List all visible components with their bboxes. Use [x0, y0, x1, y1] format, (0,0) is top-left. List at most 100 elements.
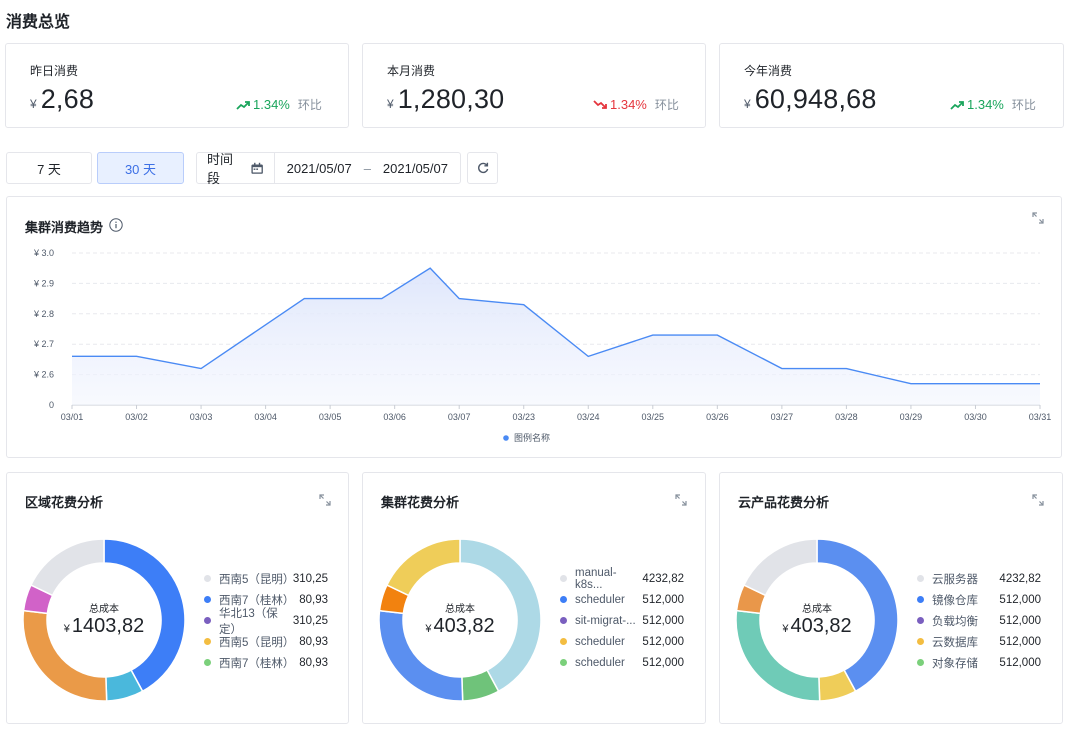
- legend-dot: [560, 617, 567, 624]
- expand-icon[interactable]: [319, 494, 331, 506]
- legend-dot: [204, 575, 211, 582]
- donut-legend: 西南5（昆明） 310,25 西南7（桂林） 80,93 华北13（保定） 310,25 西…: [204, 568, 328, 673]
- currency-symbol: ¥: [387, 97, 394, 111]
- x-tick-label: 03/26: [706, 412, 729, 422]
- legend-item[interactable]: 西南5（昆明） 80,93: [204, 631, 328, 652]
- legend-name: 对象存储: [932, 657, 978, 670]
- legend-item[interactable]: manual-k8s... 4232,82: [560, 566, 684, 591]
- donut-card-title: 区域花费分析: [25, 495, 104, 510]
- legend-value: 512,000: [999, 656, 1041, 669]
- x-tick-label: 03/30: [964, 412, 987, 422]
- legend-value: 512,000: [642, 614, 684, 627]
- x-tick-label: 03/29: [900, 412, 923, 422]
- currency-symbol: ¥: [425, 623, 432, 635]
- stat-value: 60,948,68: [754, 84, 877, 114]
- legend-name: 西南5（昆明）: [219, 636, 295, 649]
- date-start[interactable]: 2021/05/07: [287, 161, 352, 176]
- y-tick-label: ¥ 3.0: [33, 248, 54, 258]
- legend-item[interactable]: 云服务器 4232,82: [917, 568, 1041, 589]
- trend-percent: 1.34%: [967, 97, 1004, 112]
- x-tick-label: 03/24: [577, 412, 600, 422]
- donut-slice: [385, 538, 461, 597]
- legend-label: 图例名称: [514, 432, 550, 443]
- legend-value: 512,000: [999, 614, 1041, 627]
- legend-name: 镜像仓库: [932, 594, 978, 607]
- x-tick-label: 03/28: [835, 412, 858, 422]
- legend-name: scheduler: [575, 656, 625, 669]
- legend-dot: [560, 596, 567, 603]
- date-range-label-wrap: 时间段: [197, 152, 275, 186]
- legend-item[interactable]: 西南7（桂林） 80,93: [204, 652, 328, 673]
- donut-center-value: 403,82: [433, 615, 495, 637]
- date-range-label: 时间段: [207, 152, 234, 186]
- donut-center: 总成本 ¥403,82: [757, 600, 877, 638]
- x-tick-label: 03/31: [1029, 412, 1052, 422]
- currency-symbol: ¥: [30, 97, 37, 111]
- legend-name: 华北13（保定）: [219, 607, 278, 636]
- legend-dot: [503, 435, 509, 441]
- y-tick-label: ¥ 2.7: [33, 339, 54, 349]
- legend-name: sit-migrat-...: [575, 614, 636, 627]
- trend-indicator: 1.34% 环比: [593, 96, 679, 113]
- legend-value: 512,000: [642, 656, 684, 669]
- legend-dot: [560, 575, 567, 582]
- expand-icon[interactable]: [1032, 494, 1044, 506]
- legend-value: 80,93: [299, 593, 328, 606]
- legend-value: 80,93: [299, 635, 328, 648]
- donut-slice: [29, 538, 105, 597]
- range-30-days-button[interactable]: 30 天: [97, 152, 184, 184]
- legend-item[interactable]: 对象存储 512,000: [917, 652, 1041, 673]
- donut-center-label: 总成本: [445, 604, 475, 615]
- legend-name: 西南5（昆明）: [219, 573, 295, 586]
- legend-item[interactable]: scheduler 512,000: [560, 631, 684, 652]
- legend-dot: [917, 617, 924, 624]
- range-7-days-button[interactable]: 7 天: [6, 152, 92, 184]
- legend-value: 512,000: [642, 593, 684, 606]
- legend-item[interactable]: 镜像仓库 512,000: [917, 589, 1041, 610]
- legend-item[interactable]: scheduler 512,000: [560, 652, 684, 673]
- date-range-picker[interactable]: 时间段 2021/05/07 – 2021/05/07: [196, 152, 461, 186]
- refresh-button[interactable]: [467, 152, 498, 184]
- donut-center-value: 403,82: [790, 615, 852, 637]
- legend-item[interactable]: 西南5（昆明） 310,25: [204, 568, 328, 589]
- donut-slice: [742, 538, 818, 597]
- donut-center: 总成本 ¥1403,82: [44, 600, 164, 638]
- x-tick-label: 03/02: [125, 412, 148, 422]
- trend-percent: 1.34%: [253, 97, 290, 112]
- legend-dot: [917, 575, 924, 582]
- donut-legend: manual-k8s... 4232,82 scheduler 512,000 sit-…: [560, 566, 684, 673]
- calendar-icon: [251, 162, 264, 174]
- legend-dot: [560, 659, 567, 666]
- legend-dot: [204, 659, 211, 666]
- legend-value: 310,25: [292, 572, 328, 585]
- legend-item[interactable]: sit-migrat-... 512,000: [560, 610, 684, 631]
- donut-center-value: 1403,82: [71, 615, 145, 637]
- trend-indicator: 1.34% 环比: [236, 96, 322, 113]
- x-tick-label: 03/23: [512, 412, 535, 422]
- date-separator: –: [363, 160, 371, 176]
- stat-label: 本月消费: [387, 64, 436, 78]
- legend-value: 4232,82: [642, 572, 684, 585]
- x-tick-label: 03/04: [254, 412, 277, 422]
- legend-item[interactable]: 华北13（保定） 310,25: [204, 608, 328, 636]
- legend-value: 80,93: [299, 656, 328, 669]
- x-tick-label: 03/27: [771, 412, 794, 422]
- date-end[interactable]: 2021/05/07: [383, 161, 448, 176]
- legend-name: manual-k8s...: [575, 566, 617, 591]
- legend-value: 4232,82: [999, 572, 1041, 585]
- y-tick-label: ¥ 2.6: [33, 370, 54, 380]
- page-title: 消费总览: [6, 14, 71, 31]
- stat-card-year: 今年消费 ¥ 60,948,68 1.34% 环比: [719, 43, 1064, 128]
- x-tick-label: 03/01: [61, 412, 84, 422]
- currency-symbol: ¥: [744, 97, 751, 111]
- trend-percent: 1.34%: [610, 97, 647, 112]
- legend-value: 310,25: [292, 614, 328, 627]
- legend-value: 512,000: [999, 635, 1041, 648]
- legend-name: 云数据库: [932, 636, 978, 649]
- legend-item[interactable]: 云数据库 512,000: [917, 631, 1041, 652]
- expand-icon[interactable]: [675, 494, 687, 506]
- legend-item[interactable]: scheduler 512,000: [560, 589, 684, 610]
- legend-dot: [917, 638, 924, 645]
- donut-card-title: 集群花费分析: [381, 495, 460, 510]
- legend-item[interactable]: 负载均衡 512,000: [917, 610, 1041, 631]
